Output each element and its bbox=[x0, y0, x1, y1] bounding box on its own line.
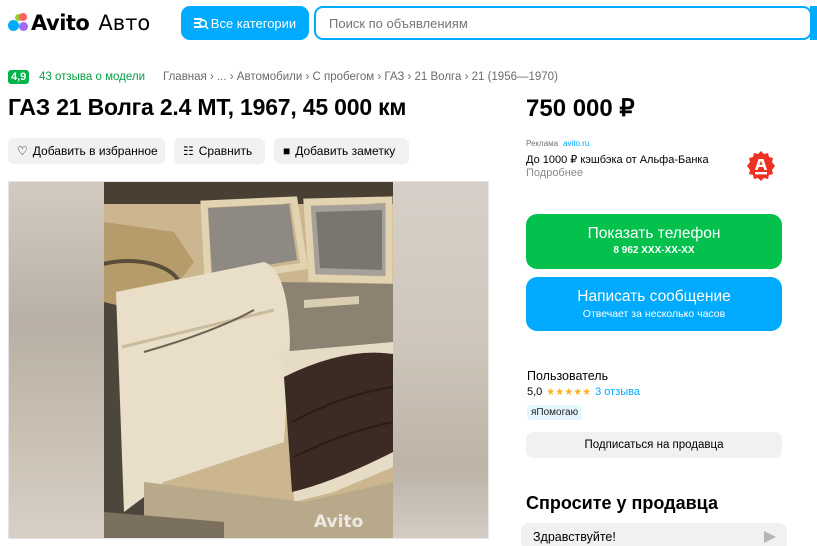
heart-icon: ♡ bbox=[17, 144, 28, 158]
all-categories-button[interactable]: Все категории bbox=[181, 6, 309, 40]
seller-reviews-link[interactable]: 3 отзыва bbox=[595, 386, 640, 398]
note-icon: ■ bbox=[283, 144, 291, 158]
show-phone-button[interactable]: Показать телефон 8 962 XXX-XX-XX bbox=[526, 214, 782, 269]
model-reviews-link[interactable]: 43 отзыва о модели bbox=[39, 71, 145, 83]
ask-seller-title: Спросите у продавца bbox=[526, 493, 718, 513]
subscribe-seller-button[interactable]: Подписаться на продавца bbox=[526, 432, 782, 458]
ya-pomogayu-badge[interactable]: яПомогаю bbox=[527, 405, 583, 420]
listing-photo[interactable]: Avito bbox=[8, 181, 489, 539]
ad-label: Реклама avito.ru bbox=[526, 139, 590, 148]
seller-rating: 5,0 ★★★★★ 3 отзыва bbox=[527, 386, 640, 398]
photo-blur-left bbox=[9, 182, 104, 538]
ask-suggestion-chip[interactable]: Здравствуйте! bbox=[521, 523, 787, 546]
all-categories-label: Все категории bbox=[210, 15, 297, 31]
seller-rating-value: 5,0 bbox=[527, 386, 543, 398]
write-message-label: Написать сообщение bbox=[577, 288, 731, 305]
categories-icon bbox=[193, 17, 209, 30]
breadcrumb[interactable]: Главная › ... › Автомобили › С пробегом … bbox=[163, 71, 558, 83]
ask-suggestion-text: Здравствуйте! bbox=[533, 529, 616, 544]
show-phone-label: Показать телефон bbox=[587, 225, 721, 242]
logo-primary-text: Avito bbox=[31, 11, 90, 35]
logo-dots-icon bbox=[8, 13, 28, 33]
ad-more-link[interactable]: Подробнее bbox=[526, 167, 583, 179]
phone-number-masked: 8 962 XXX-XX-XX bbox=[613, 245, 695, 256]
listing-title: ГАЗ 21 Волга 2.4 MT, 1967, 45 000 км bbox=[8, 94, 407, 120]
add-note-button[interactable]: ■ Добавить заметку bbox=[274, 138, 409, 164]
send-arrow-icon[interactable] bbox=[764, 531, 776, 543]
logo-secondary-text: Авто bbox=[98, 11, 151, 35]
listing-price: 750 000 ₽ bbox=[526, 95, 635, 122]
model-rating-badge: 4,9 bbox=[8, 70, 30, 84]
alfa-bank-logo-icon[interactable] bbox=[745, 150, 777, 182]
ad-source[interactable]: avito.ru bbox=[563, 139, 589, 148]
search-button[interactable] bbox=[810, 6, 817, 40]
compare-button[interactable]: ☷ Сравнить bbox=[174, 138, 265, 164]
avito-logo[interactable]: Avito Авто bbox=[8, 8, 150, 38]
photo-watermark: Avito bbox=[314, 512, 364, 532]
ad-text[interactable]: До 1000 ₽ кэшбэка от Альфа-Банка bbox=[526, 153, 709, 166]
response-time-label: Отвечает за несколько часов bbox=[582, 308, 726, 320]
seller-name-link[interactable]: Пользователь bbox=[527, 369, 608, 383]
search-input[interactable]: Поиск по объявлениям bbox=[314, 6, 812, 40]
write-message-button[interactable]: Написать сообщение Отвечает за несколько… bbox=[526, 277, 782, 331]
add-to-favorites-button[interactable]: ♡ Добавить в избранное bbox=[8, 138, 165, 164]
compare-icon: ☷ bbox=[183, 144, 194, 158]
add-to-favorites-label: Добавить в избранное bbox=[32, 144, 158, 158]
photo-blur-right bbox=[391, 182, 488, 538]
car-interior-image bbox=[104, 182, 393, 538]
compare-label: Сравнить bbox=[198, 144, 253, 158]
star-rating-icon: ★★★★★ bbox=[546, 386, 592, 398]
search-placeholder: Поиск по объявлениям bbox=[329, 15, 468, 31]
add-note-label: Добавить заметку bbox=[295, 144, 396, 158]
